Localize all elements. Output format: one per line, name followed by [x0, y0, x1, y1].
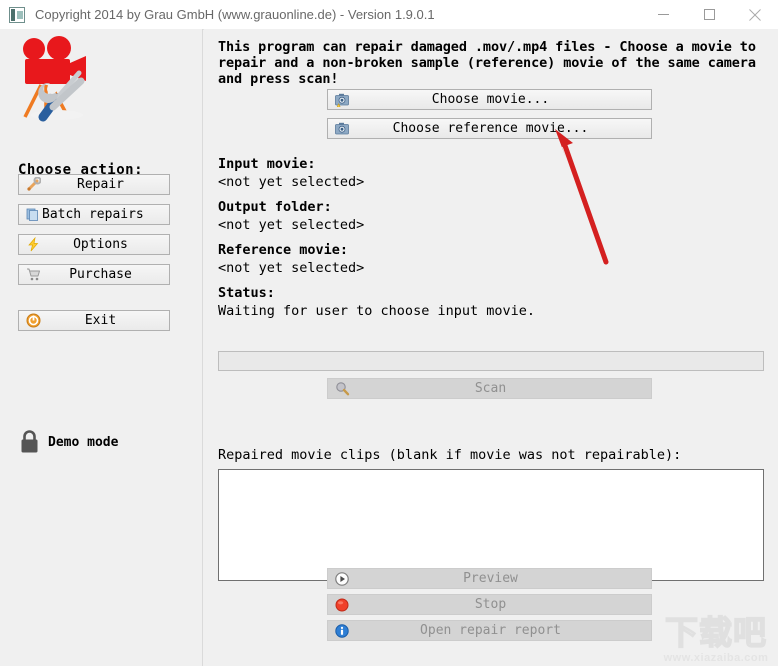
preview-label: Preview [463, 571, 518, 586]
minimize-icon [657, 14, 669, 15]
status-value: Waiting for user to choose input movie. [218, 303, 535, 319]
status-label: Status: [218, 285, 275, 301]
sidebar-item-label: Options [73, 237, 128, 252]
magnifier-icon [330, 381, 354, 396]
sidebar-item-exit[interactable]: Exit [18, 310, 170, 331]
reference-movie-label: Reference movie: [218, 242, 349, 258]
app-icon [9, 6, 25, 23]
sidebar-item-repair[interactable]: Repair [18, 174, 170, 195]
sidebar-item-label: Repair [77, 177, 124, 192]
status-badge-label: Demo mode [48, 434, 119, 450]
intro-text: This program can repair damaged .mov/.mp… [218, 39, 756, 87]
input-movie-value: <not yet selected> [218, 174, 365, 190]
maximize-button[interactable] [686, 0, 732, 29]
window-controls [640, 0, 778, 29]
shopping-cart-icon [22, 267, 44, 282]
site-watermark: 下载吧 www.xiazaiba.com [658, 598, 774, 664]
choose-reference-movie-button[interactable]: Choose reference movie... [327, 118, 652, 139]
scan-button[interactable]: Scan [327, 378, 652, 399]
reference-movie-value: <not yet selected> [218, 260, 365, 276]
title-bar: Copyright 2014 by Grau GmbH (www.grauonl… [0, 0, 778, 30]
output-folder-value: <not yet selected> [218, 217, 365, 233]
choose-reference-movie-label: Choose reference movie... [392, 121, 589, 136]
sidebar-item-label: Exit [84, 313, 117, 328]
choose-movie-button[interactable]: Choose movie... [327, 89, 652, 110]
power-icon [22, 313, 44, 328]
multiple-documents-icon [22, 207, 44, 222]
sidebar-item-label: Batch repairs [42, 207, 144, 222]
window-title: Copyright 2014 by Grau GmbH (www.grauonl… [35, 7, 435, 22]
repaired-clips-label: Repaired movie clips (blank if movie was… [218, 447, 682, 463]
scan-label: Scan [474, 381, 507, 396]
movie-camera-repair-icon [23, 36, 86, 122]
sidebar: Choose action: Repair Batch repairs Opti… [0, 29, 203, 666]
input-movie-label: Input movie: [218, 156, 316, 172]
info-icon [330, 623, 354, 638]
close-button[interactable] [732, 0, 778, 29]
preview-button[interactable]: Preview [327, 568, 652, 589]
sidebar-item-batch-repairs[interactable]: Batch repairs [18, 204, 170, 225]
open-repair-report-button[interactable]: Open repair report [327, 620, 652, 641]
sidebar-item-label: Purchase [69, 267, 132, 282]
camera-warning-icon [330, 93, 354, 107]
stop-label: Stop [474, 597, 507, 612]
sidebar-item-options[interactable]: Options [18, 234, 170, 255]
stop-button[interactable]: Stop [327, 594, 652, 615]
play-icon [330, 571, 354, 586]
lightning-bolt-icon [22, 237, 44, 252]
sidebar-item-purchase[interactable]: Purchase [18, 264, 170, 285]
maximize-icon [703, 9, 715, 20]
camera-icon [330, 122, 354, 136]
repaired-clips-textarea[interactable] [218, 469, 764, 581]
progress-bar [218, 351, 764, 371]
close-icon [749, 8, 761, 21]
padlock-icon [21, 430, 38, 453]
main-panel: This program can repair damaged .mov/.mp… [204, 29, 778, 666]
status-badge: Demo mode [20, 430, 118, 454]
watermark-url: www.xiazaiba.com [663, 652, 769, 664]
open-repair-report-label: Open repair report [420, 623, 561, 638]
stop-circle-icon [330, 598, 354, 612]
minimize-button[interactable] [640, 0, 686, 29]
watermark-text: 下载吧 [664, 613, 767, 652]
wrench-screwdriver-icon [22, 177, 44, 192]
choose-movie-label: Choose movie... [431, 92, 550, 107]
output-folder-label: Output folder: [218, 199, 332, 215]
